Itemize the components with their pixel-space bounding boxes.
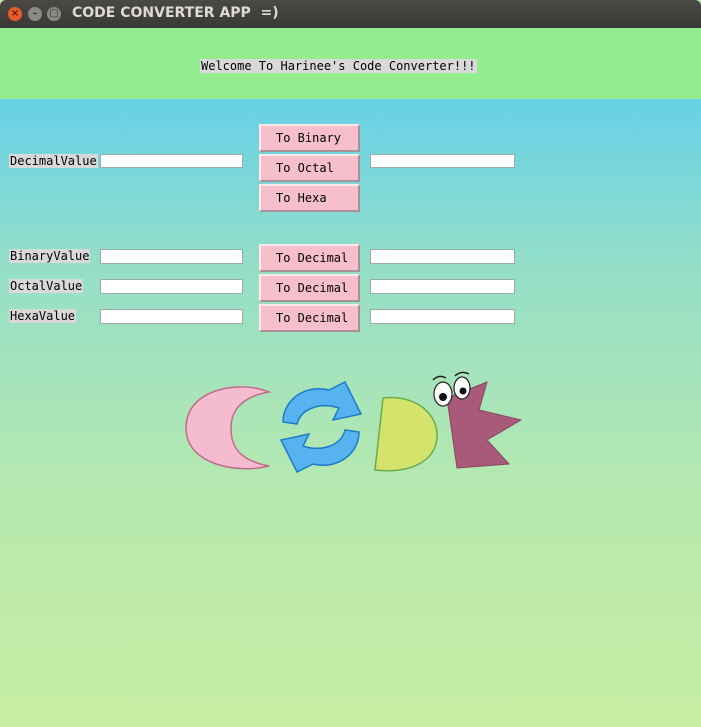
binary-result-field[interactable]: [370, 249, 515, 264]
to-hexa-button[interactable]: To Hexa: [259, 184, 360, 212]
header-banner: Welcome To Harinee's Code Converter!!!: [0, 28, 701, 99]
hexa-input[interactable]: [100, 309, 243, 324]
welcome-message: Welcome To Harinee's Code Converter!!!: [200, 59, 477, 73]
to-binary-button[interactable]: To Binary: [259, 124, 360, 152]
hexa-value-label: HexaValue: [9, 309, 77, 323]
binary-value-label: BinaryValue: [9, 249, 91, 263]
window-title: CODE CONVERTER APP =): [72, 5, 279, 21]
maximize-window-icon[interactable]: □: [47, 7, 61, 21]
binary-input[interactable]: [100, 249, 243, 264]
c-shape-icon: [185, 386, 272, 470]
close-window-icon[interactable]: ×: [8, 7, 22, 21]
octal-to-decimal-button[interactable]: To Decimal: [259, 274, 360, 302]
hexa-to-decimal-button[interactable]: To Decimal: [259, 304, 360, 332]
binary-to-decimal-button[interactable]: To Decimal: [259, 244, 360, 272]
d-shape-icon: [374, 396, 438, 472]
octal-input[interactable]: [100, 279, 243, 294]
refresh-arrows-icon: [279, 380, 363, 474]
decimal-result-field[interactable]: [370, 154, 515, 168]
title-bar: × – □ CODE CONVERTER APP =): [0, 0, 701, 28]
decimal-value-label: DecimalValue: [9, 154, 98, 168]
decimal-input[interactable]: [100, 154, 243, 168]
minimize-window-icon[interactable]: –: [28, 7, 42, 21]
code-logo: [185, 371, 523, 474]
octal-result-field[interactable]: [370, 279, 515, 294]
to-octal-button[interactable]: To Octal: [259, 154, 360, 182]
hexa-result-field[interactable]: [370, 309, 515, 324]
e-creature-icon: [432, 371, 523, 469]
octal-value-label: OctalValue: [9, 279, 84, 293]
